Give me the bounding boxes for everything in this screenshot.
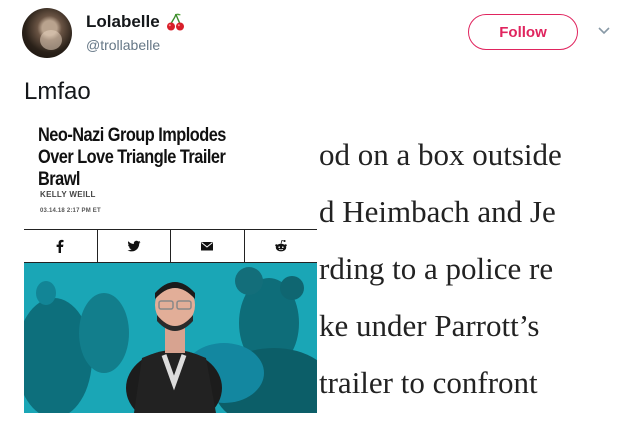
tweet-text: Lmfao [24, 78, 91, 105]
body-line: trailer to confront [319, 365, 538, 400]
article-headline: Neo-Nazi Group Implodes Over Love Triang… [38, 125, 226, 190]
tweet-media-image[interactable]: Neo-Nazi Group Implodes Over Love Triang… [24, 117, 618, 413]
share-facebook-button[interactable] [24, 230, 98, 262]
article-author: KELLY WEILL [40, 190, 96, 199]
article-date: 03.14.18 2:17 PM ET [40, 208, 101, 214]
chevron-down-icon[interactable] [596, 22, 612, 38]
body-line: rding to a police re [319, 251, 554, 286]
user-handle[interactable]: @trollabelle [86, 37, 160, 53]
email-icon [201, 242, 214, 251]
share-twitter-button[interactable] [98, 230, 171, 262]
display-name[interactable]: Lolabelle [86, 12, 160, 32]
follow-button[interactable]: Follow [468, 14, 578, 50]
body-line: od on a box outside [319, 137, 562, 172]
user-name-row[interactable]: Lolabelle [86, 12, 186, 32]
tweet-header: Lolabelle @trollabelle Follow [22, 8, 618, 60]
body-line: d Heimbach and Je [319, 194, 556, 229]
share-reddit-button[interactable] [245, 230, 318, 262]
body-line: ke under Parrott’s [319, 308, 540, 343]
reddit-icon [274, 240, 287, 252]
share-email-button[interactable] [171, 230, 245, 262]
crowd-photo-graphic [24, 263, 317, 413]
article-photo [24, 263, 317, 413]
share-bar [24, 229, 317, 263]
facebook-icon [56, 239, 64, 253]
twitter-icon [127, 240, 141, 252]
cherry-icon [166, 13, 184, 31]
article-body-crop: od on a box outside d Heimbach and Je rd… [319, 117, 618, 413]
avatar[interactable] [22, 8, 72, 58]
